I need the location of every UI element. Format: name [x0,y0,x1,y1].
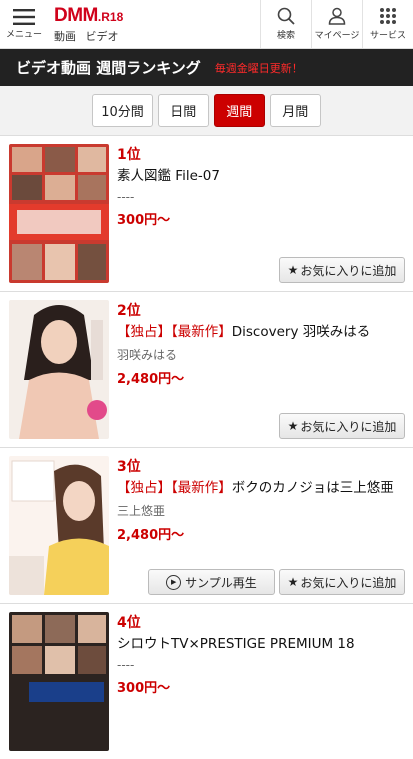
rank-label: 1位 [117,147,141,163]
product-thumbnail[interactable] [9,144,109,283]
search-button[interactable]: 検索 [260,0,311,48]
price: 2,480円〜 [117,372,185,387]
actor-name: ---- [117,190,135,204]
product-title[interactable]: シロウトTV×PRESTIGE PREMIUM 18 [117,634,405,654]
item-info: 3位 【独占】【最新作】ボクのカノジョは三上悠亜 三上悠亜 2,480円〜 ▶ … [109,456,405,595]
price: 300円〜 [117,213,171,228]
rank-label: 2位 [117,303,141,319]
update-note: 毎週金曜日更新！ [214,61,303,75]
sample-label: サンプル再生 [185,575,257,590]
action-row: ★ お気に入りに追加 [117,413,405,439]
menu-button[interactable]: メニュー [0,0,48,48]
tab-daily[interactable]: 日間 [157,94,209,127]
add-favorite-button[interactable]: ★ お気に入りに追加 [279,257,405,283]
grid-icon [380,8,396,24]
ranking-item: 2位 【独占】【最新作】Discovery 羽咲みはる 羽咲みはる 2,480円… [0,292,413,448]
brand-subnav: 動画 ビデオ [54,28,260,44]
hamburger-icon [13,8,35,25]
add-favorite-button[interactable]: ★ お気に入りに追加 [279,413,405,439]
logo-main: DMM [54,4,98,26]
rank-label: 4位 [117,615,141,631]
mypage-label: マイページ [314,31,360,41]
app-header: メニュー DMM .R18 動画 ビデオ 検索 マイページ サービス [0,0,413,49]
star-icon: ★ [287,575,299,589]
rank-label: 3位 [117,459,141,475]
title-tags: 【独占】【最新作】 [117,480,232,496]
product-thumbnail[interactable] [9,612,109,751]
star-icon: ★ [287,419,299,433]
service-button[interactable]: サービス [362,0,413,48]
ranking-item: 1位 素人図鑑 File-07 ---- 300円〜 ★ お気に入りに追加 [0,136,413,292]
search-label: 検索 [276,31,295,41]
ranking-item: 4位 シロウトTV×PRESTIGE PREMIUM 18 ---- 300円〜 [0,604,413,759]
action-row: ▶ サンプル再生 ★ お気に入りに追加 [117,569,405,595]
product-title-text: 素人図鑑 File-07 [117,168,220,184]
product-thumbnail[interactable] [9,456,109,595]
favorite-label: お気に入りに追加 [300,575,397,590]
brand: DMM .R18 動画 ビデオ [48,0,260,48]
tab-monthly[interactable]: 月間 [269,94,321,127]
play-icon: ▶ [166,574,182,590]
tab-10min[interactable]: 10分間 [92,94,153,127]
item-info: 4位 シロウトTV×PRESTIGE PREMIUM 18 ---- 300円〜 [109,612,405,751]
favorite-label: お気に入りに追加 [300,419,397,434]
logo-suffix: .R18 [97,9,124,24]
period-tabs: 10分間 日間 週間 月間 [0,86,413,136]
price: 300円〜 [117,681,171,696]
product-title[interactable]: 素人図鑑 File-07 [117,166,405,186]
product-thumbnail[interactable] [9,300,109,439]
actor-name: ---- [117,658,135,672]
dmm-logo[interactable]: DMM .R18 [54,5,260,27]
mypage-button[interactable]: マイページ [311,0,362,48]
ranking-banner: ビデオ動画 週間ランキング 毎週金曜日更新！ [0,49,413,86]
service-label: サービス [369,31,406,41]
item-info: 1位 素人図鑑 File-07 ---- 300円〜 ★ お気に入りに追加 [109,144,405,283]
product-title-text: Discovery 羽咲みはる [231,324,371,340]
subnav-douga[interactable]: 動画 [54,30,76,43]
actor-name[interactable]: 羽咲みはる [117,346,405,363]
actor-name[interactable]: 三上悠亜 [117,502,405,519]
play-sample-button[interactable]: ▶ サンプル再生 [148,569,275,595]
item-info: 2位 【独占】【最新作】Discovery 羽咲みはる 羽咲みはる 2,480円… [109,300,405,439]
star-icon: ★ [287,263,299,277]
price: 2,480円〜 [117,528,185,543]
search-icon [277,7,295,25]
subnav-video[interactable]: ビデオ [86,30,119,43]
product-title[interactable]: 【独占】【最新作】Discovery 羽咲みはる [117,322,405,342]
add-favorite-button[interactable]: ★ お気に入りに追加 [279,569,405,595]
title-tags: 【独占】【最新作】 [117,324,232,340]
product-title-text: ボクのカノジョは三上悠亜 [231,480,394,496]
product-title[interactable]: 【独占】【最新作】ボクのカノジョは三上悠亜 [117,478,405,498]
menu-label: メニュー [5,29,42,40]
user-icon [328,7,346,25]
favorite-label: お気に入りに追加 [300,263,397,278]
tab-weekly[interactable]: 週間 [213,94,265,127]
product-title-text: シロウトTV×PRESTIGE PREMIUM 18 [117,636,355,652]
ranking-item: 3位 【独占】【最新作】ボクのカノジョは三上悠亜 三上悠亜 2,480円〜 ▶ … [0,448,413,604]
action-row: ★ お気に入りに追加 [117,257,405,283]
page-title: ビデオ動画 週間ランキング [16,59,201,77]
